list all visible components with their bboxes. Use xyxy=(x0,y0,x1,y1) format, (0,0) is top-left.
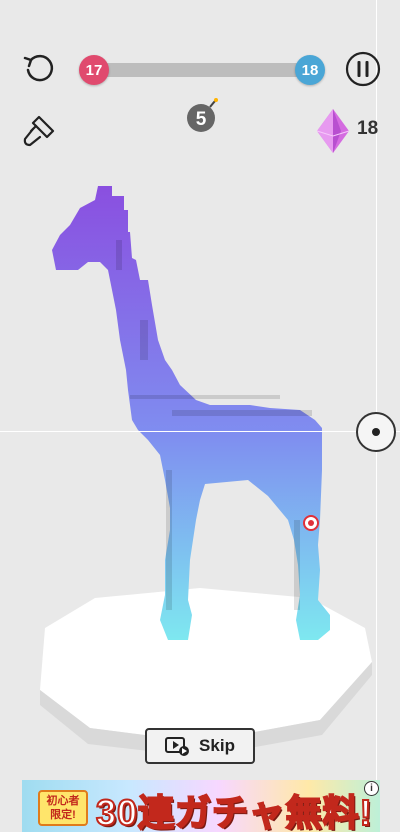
ad-headline: 30連ガチャ無料! xyxy=(95,791,373,832)
bomb-button[interactable]: 5 xyxy=(182,96,222,136)
ad-tag-line2: 限定! xyxy=(50,809,76,821)
skip-label: Skip xyxy=(199,736,235,755)
ad-tag: 初心者 限定! xyxy=(38,790,88,826)
pause-button[interactable] xyxy=(344,50,382,88)
current-level-badge: 17 xyxy=(79,55,109,85)
next-level-badge: 18 xyxy=(295,55,325,85)
paint-button[interactable] xyxy=(18,110,60,152)
guide-line-horizontal xyxy=(0,431,400,432)
rotate-handle[interactable] xyxy=(355,411,397,453)
voxel-giraffe[interactable] xyxy=(52,186,330,640)
guide-line-vertical xyxy=(376,0,377,780)
video-ad-icon xyxy=(165,737,190,756)
restart-icon xyxy=(23,54,54,82)
pause-icon xyxy=(345,51,381,87)
ad-banner[interactable]: 初心者 限定! 30連ガチャ無料! xyxy=(22,780,380,832)
paintbrush-icon xyxy=(23,115,55,147)
restart-button[interactable] xyxy=(20,50,58,88)
level-progress-bar xyxy=(92,63,310,77)
gem-icon xyxy=(316,109,350,153)
gem-display xyxy=(316,108,350,154)
skip-button[interactable]: Skip xyxy=(145,728,255,764)
bomb-count: 5 xyxy=(196,109,207,130)
bomb-icon: 5 xyxy=(187,98,218,132)
gem-count: 18 xyxy=(357,118,379,139)
target-icon[interactable] xyxy=(303,515,319,531)
ad-info-button[interactable]: i xyxy=(364,781,379,796)
rotate-handle-icon xyxy=(356,412,396,452)
ad-tag-line1: 初心者 xyxy=(46,795,80,807)
